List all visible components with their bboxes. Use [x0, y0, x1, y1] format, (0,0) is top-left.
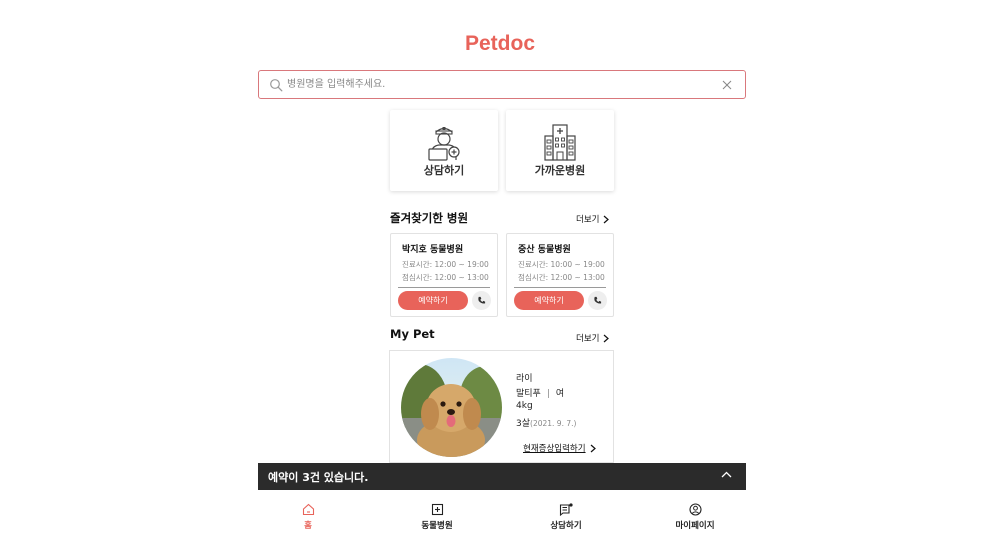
- pet-breed-sex: 말티푸 | 여: [516, 386, 564, 399]
- phone-icon: [594, 296, 602, 304]
- chat-list-icon: [559, 503, 573, 516]
- pet-age-row: 3살(2021. 9. 7.): [516, 416, 576, 429]
- consult-tile[interactable]: 상담하기: [390, 110, 498, 191]
- separator: |: [546, 389, 550, 399]
- tab-mypage[interactable]: 마이페이지: [640, 500, 750, 531]
- home-icon: [302, 503, 314, 516]
- mypet-more-link[interactable]: 더보기: [576, 332, 610, 344]
- hospital-hours: 진료시간: 12:00 ~ 19:00: [402, 260, 489, 269]
- favorite-hospital-card[interactable]: 박지호 동물병원 진료시간: 12:00 ~ 19:00 점심시간: 12:00…: [390, 233, 498, 317]
- hospital-hours: 진료시간: 10:00 ~ 19:00: [518, 260, 605, 269]
- favorites-more-link[interactable]: 더보기: [576, 213, 610, 225]
- user-circle-icon: [688, 503, 702, 516]
- book-button[interactable]: 예약하기: [398, 291, 468, 310]
- pet-photo: [401, 358, 502, 457]
- pet-sex: 여: [555, 389, 565, 399]
- search-icon: [270, 78, 283, 91]
- pet-breed: 말티푸: [516, 389, 541, 399]
- nearby-hospital-tile[interactable]: 가까운병원: [506, 110, 614, 191]
- chevron-up-icon[interactable]: [721, 471, 732, 478]
- more-label: 더보기: [576, 215, 600, 225]
- hospital-building-icon: [544, 124, 576, 161]
- tab-home[interactable]: 홈: [253, 500, 363, 531]
- pet-age: 3살: [516, 419, 531, 429]
- favorites-title: 즐겨찾기한 병원: [390, 211, 469, 225]
- favorite-hospital-card[interactable]: 중산 동물병원 진료시간: 10:00 ~ 19:00 점심시간: 12:00 …: [506, 233, 614, 317]
- divider: [398, 287, 490, 288]
- pet-birthdate: (2021. 9. 7.): [530, 419, 577, 428]
- book-button[interactable]: 예약하기: [514, 291, 584, 310]
- more-label: 더보기: [576, 334, 600, 344]
- bottom-tab-bar: 홈 동물병원 상담하기 마이페이지: [245, 500, 759, 540]
- tab-label: 동물병원: [421, 521, 453, 531]
- search-input[interactable]: [287, 71, 721, 98]
- search-bar: [258, 70, 746, 99]
- tile-label: 상담하기: [423, 164, 465, 177]
- symptom-link-label: 현재증상입력하기: [523, 444, 586, 454]
- hospital-lunch: 점심시간: 12:00 ~ 13:00: [402, 273, 489, 282]
- call-button[interactable]: [588, 291, 607, 310]
- pet-card[interactable]: 라이 말티푸 | 여 4kg 3살(2021. 9. 7.) 현재증상입력하기: [389, 350, 614, 463]
- pet-name: 라이: [516, 374, 533, 384]
- clear-icon[interactable]: [721, 79, 733, 91]
- call-button[interactable]: [472, 291, 491, 310]
- hospital-name: 중산 동물병원: [518, 245, 571, 255]
- tile-label: 가까운병원: [534, 164, 586, 177]
- app-logo: Petdoc: [464, 32, 535, 55]
- tab-label: 홈: [304, 521, 312, 531]
- hospital-name: 박지호 동물병원: [402, 245, 464, 255]
- chevron-right-icon: [604, 334, 610, 342]
- tab-label: 마이페이지: [675, 521, 715, 531]
- chevron-right-icon: [590, 444, 596, 452]
- vet-doctor-icon: [428, 127, 460, 161]
- banner-text: 예약이 3건 있습니다.: [268, 470, 369, 484]
- tab-consult[interactable]: 상담하기: [511, 500, 621, 531]
- plus-square-icon: [431, 503, 443, 516]
- tab-hospital[interactable]: 동물병원: [382, 500, 492, 531]
- phone-icon: [478, 296, 486, 304]
- mypet-title: My Pet: [390, 327, 435, 341]
- symptom-input-link[interactable]: 현재증상입력하기: [523, 442, 596, 454]
- divider: [514, 287, 606, 288]
- hospital-lunch: 점심시간: 12:00 ~ 13:00: [518, 273, 605, 282]
- chevron-right-icon: [604, 215, 610, 223]
- pet-weight: 4kg: [516, 401, 533, 411]
- tab-label: 상담하기: [550, 521, 582, 531]
- reservation-banner[interactable]: 예약이 3건 있습니다.: [258, 463, 746, 490]
